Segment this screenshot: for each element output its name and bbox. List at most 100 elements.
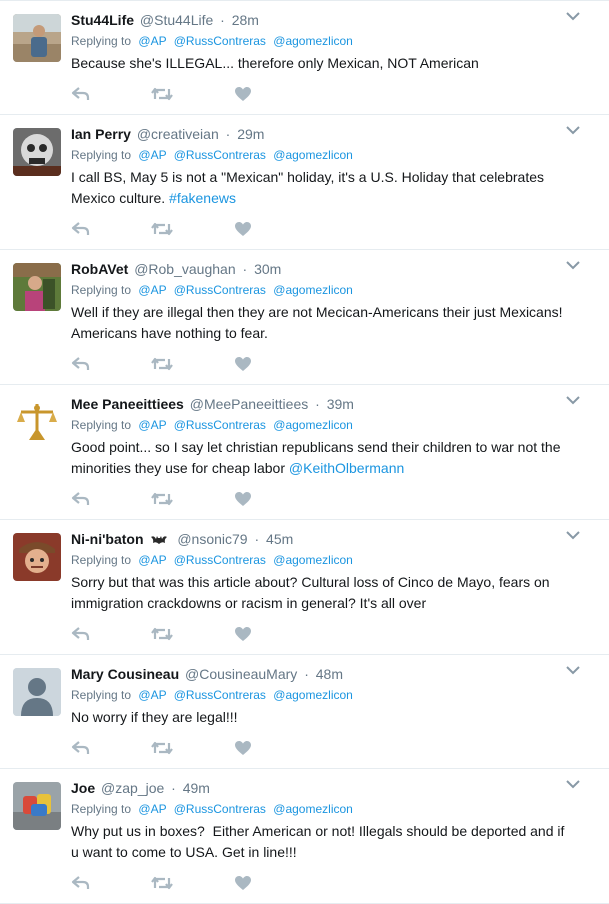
tweet[interactable]: RobAVet @Rob_vaughan · 30m Replying to @… <box>0 250 609 385</box>
mention-link[interactable]: @RussContreras <box>174 802 266 816</box>
heart-icon[interactable] <box>234 740 254 756</box>
heart-icon[interactable] <box>234 86 254 102</box>
retweet-icon[interactable] <box>151 626 173 642</box>
caret-down-icon[interactable] <box>565 664 581 678</box>
tweet-text: Because she's ILLEGAL... therefore only … <box>71 53 597 74</box>
display-name[interactable]: Stu44Life <box>71 12 134 28</box>
mention-link[interactable]: @RussContreras <box>174 283 266 297</box>
avatar[interactable] <box>13 533 61 581</box>
separator-dot: · <box>171 780 176 796</box>
mention-link[interactable]: @agomezlicon <box>273 418 353 432</box>
tweet-body: Why put us in boxes? Either American or … <box>71 823 569 860</box>
mention-link[interactable]: @AP <box>138 148 166 162</box>
screen-name[interactable]: @Rob_vaughan <box>134 261 235 277</box>
tweet[interactable]: Joe @zap_joe · 49m Replying to @AP @Russ… <box>0 769 609 904</box>
screen-name[interactable]: @creativeian <box>137 126 219 142</box>
retweet-icon[interactable] <box>151 221 173 237</box>
mention-link[interactable]: @KeithOlbermann <box>289 460 404 476</box>
tweet[interactable]: Ni-ni'baton @nsonic79 · 45m Replying to … <box>0 520 609 655</box>
screen-name[interactable]: @Stu44Life <box>140 12 213 28</box>
display-name[interactable]: Mary Cousineau <box>71 666 179 682</box>
mention-link[interactable]: @AP <box>138 34 166 48</box>
reply-icon[interactable] <box>71 626 91 642</box>
retweet-icon[interactable] <box>151 740 173 756</box>
avatar[interactable] <box>13 128 61 176</box>
display-name[interactable]: Mee Paneeittiees <box>71 396 184 412</box>
heart-icon[interactable] <box>234 875 254 891</box>
mention-link[interactable]: @RussContreras <box>174 553 266 567</box>
tweet[interactable]: Mee Paneeittiees @MeePaneeittiees · 39m … <box>0 385 609 520</box>
heart-icon[interactable] <box>234 356 254 372</box>
avatar[interactable] <box>13 14 61 62</box>
tweet[interactable]: Ian Perry @creativeian · 29m Replying to… <box>0 115 609 250</box>
caret-down-icon[interactable] <box>565 259 581 273</box>
caret-down-icon[interactable] <box>565 529 581 543</box>
mention-link[interactable]: @AP <box>138 418 166 432</box>
mention-link[interactable]: @RussContreras <box>174 418 266 432</box>
heart-icon[interactable] <box>234 221 254 237</box>
display-name[interactable]: Ni-ni'baton <box>71 531 144 547</box>
caret-down-icon[interactable] <box>565 10 581 24</box>
timestamp[interactable]: 49m <box>183 780 210 796</box>
caret-down-icon[interactable] <box>565 124 581 138</box>
replying-label: Replying to <box>71 553 132 567</box>
retweet-icon[interactable] <box>151 356 173 372</box>
tweet-actions <box>71 209 597 249</box>
reply-icon[interactable] <box>71 356 91 372</box>
retweet-icon[interactable] <box>151 491 173 507</box>
reply-icon[interactable] <box>71 491 91 507</box>
screen-name[interactable]: @CousineauMary <box>185 666 297 682</box>
mention-link[interactable]: @AP <box>138 688 166 702</box>
tweet[interactable]: Stu44Life @Stu44Life · 28m Replying to @… <box>0 1 609 115</box>
timestamp[interactable]: 29m <box>237 126 264 142</box>
separator-dot: · <box>225 126 231 142</box>
tweet-header: Mee Paneeittiees @MeePaneeittiees · 39m <box>71 394 597 414</box>
heart-icon[interactable] <box>234 491 254 507</box>
replying-to: Replying to @AP @RussContreras @agomezli… <box>71 801 597 817</box>
timestamp[interactable]: 28m <box>232 12 259 28</box>
mention-link[interactable]: @AP <box>138 553 166 567</box>
tweet-header: Mary Cousineau @CousineauMary · 48m <box>71 664 597 684</box>
screen-name[interactable]: @MeePaneeittiees <box>190 396 309 412</box>
replying-label: Replying to <box>71 802 132 816</box>
mention-link[interactable]: @agomezlicon <box>273 283 353 297</box>
mention-link[interactable]: @agomezlicon <box>273 553 353 567</box>
reply-icon[interactable] <box>71 740 91 756</box>
mention-link[interactable]: @RussContreras <box>174 148 266 162</box>
timestamp[interactable]: 30m <box>254 261 281 277</box>
replying-label: Replying to <box>71 688 132 702</box>
tweet-text: Why put us in boxes? Either American or … <box>71 821 597 863</box>
avatar[interactable] <box>13 782 61 830</box>
tweet[interactable]: Mary Cousineau @CousineauMary · 48m Repl… <box>0 655 609 769</box>
mention-link[interactable]: @agomezlicon <box>273 148 353 162</box>
mention-link[interactable]: @agomezlicon <box>273 688 353 702</box>
display-name[interactable]: RobAVet <box>71 261 128 277</box>
avatar[interactable] <box>13 668 61 716</box>
reply-icon[interactable] <box>71 86 91 102</box>
timestamp[interactable]: 48m <box>316 666 343 682</box>
mention-link[interactable]: @RussContreras <box>174 34 266 48</box>
screen-name[interactable]: @nsonic79 <box>177 531 247 547</box>
avatar[interactable] <box>13 398 61 446</box>
caret-down-icon[interactable] <box>565 394 581 408</box>
reply-icon[interactable] <box>71 221 91 237</box>
caret-down-icon[interactable] <box>565 778 581 792</box>
retweet-icon[interactable] <box>151 86 173 102</box>
avatar[interactable] <box>13 263 61 311</box>
display-name[interactable]: Ian Perry <box>71 126 131 142</box>
screen-name[interactable]: @zap_joe <box>101 780 164 796</box>
retweet-icon[interactable] <box>151 875 173 891</box>
hashtag-link[interactable]: #fakenews <box>169 190 236 206</box>
timestamp[interactable]: 39m <box>327 396 354 412</box>
timestamp[interactable]: 45m <box>266 531 293 547</box>
mention-link[interactable]: @RussContreras <box>174 688 266 702</box>
mention-link[interactable]: @agomezlicon <box>273 802 353 816</box>
tweet-text: I call BS, May 5 is not a "Mexican" holi… <box>71 167 597 209</box>
display-name[interactable]: Joe <box>71 780 95 796</box>
mention-link[interactable]: @AP <box>138 283 166 297</box>
heart-icon[interactable] <box>234 626 254 642</box>
mention-link[interactable]: @AP <box>138 802 166 816</box>
replying-label: Replying to <box>71 418 132 432</box>
reply-icon[interactable] <box>71 875 91 891</box>
mention-link[interactable]: @agomezlicon <box>273 34 353 48</box>
